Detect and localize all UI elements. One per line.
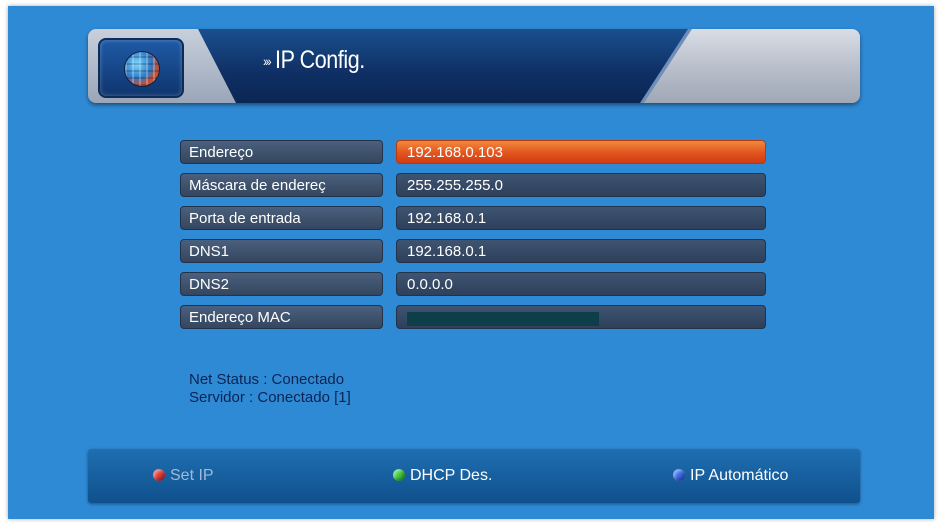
- set-ip-button[interactable]: Set IP: [153, 449, 214, 503]
- row-label: Porta de entrada: [180, 206, 383, 230]
- red-button-icon: [153, 468, 165, 481]
- gateway-field[interactable]: 192.168.0.1: [396, 206, 766, 230]
- subnet-mask-field[interactable]: 255.255.255.0: [396, 173, 766, 197]
- mac-address-field: [396, 305, 766, 329]
- server-status-text: Servidor : Conectado [1]: [189, 389, 351, 406]
- globe-badge: [98, 38, 184, 98]
- auto-ip-label: IP Automático: [690, 467, 789, 484]
- row-label: Endereço: [180, 140, 383, 164]
- dhcp-label: DHCP Des.: [410, 467, 493, 484]
- header-bar: ››› IP Config.: [88, 29, 860, 103]
- mac-address-redaction: [407, 312, 599, 326]
- address-field[interactable]: 192.168.0.103: [396, 140, 766, 164]
- row-label: DNS1: [180, 239, 383, 263]
- row-label: Máscara de endereç: [180, 173, 383, 197]
- title-arrows-icon: ›››: [263, 53, 272, 70]
- page-title: ››› IP Config.: [263, 46, 365, 75]
- page-title-text: IP Config.: [275, 46, 365, 74]
- dhcp-button[interactable]: DHCP Des.: [393, 449, 492, 503]
- blue-button-icon: [673, 468, 685, 481]
- green-button-icon: [393, 468, 405, 481]
- tv-screen: ››› IP Config. Endereço 192.168.0.103 Más…: [8, 6, 934, 519]
- dns1-field[interactable]: 192.168.0.1: [396, 239, 766, 263]
- dns2-field[interactable]: 0.0.0.0: [396, 272, 766, 296]
- row-label: Endereço MAC: [180, 305, 383, 329]
- footer-bar: Set IP DHCP Des. IP Automático: [88, 449, 860, 503]
- net-status-text: Net Status : Conectado: [189, 371, 345, 388]
- auto-ip-button[interactable]: IP Automático: [673, 449, 788, 503]
- row-label: DNS2: [180, 272, 383, 296]
- connection-status: Net Status : Conectado Servidor : Conect…: [189, 371, 351, 407]
- set-ip-label: Set IP: [170, 467, 214, 484]
- globe-icon: [124, 51, 160, 87]
